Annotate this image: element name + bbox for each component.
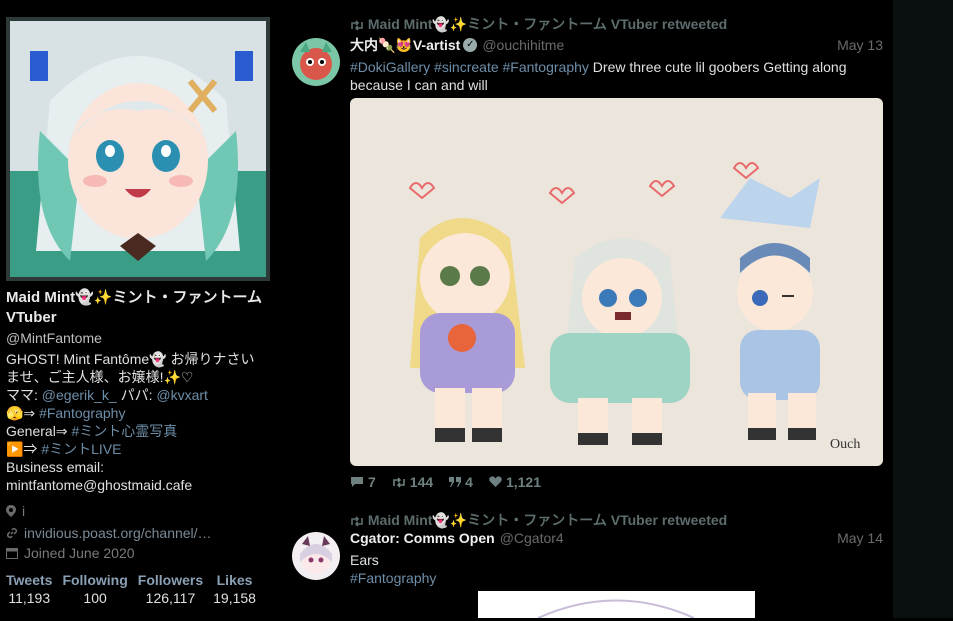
retweet-icon	[351, 20, 363, 31]
joined-text: Joined June 2020	[24, 545, 135, 561]
tweet-header: 大内🍡😻V-artist ✓ @ouchihitme May 13	[350, 35, 883, 55]
timeline: Maid Mint👻✨ミント・ファントーム VTuber retweeted 大…	[280, 0, 893, 619]
calendar-icon	[6, 548, 18, 559]
stat-value: 126,117	[145, 590, 196, 606]
tweet-username[interactable]: @ouchihitme	[482, 37, 564, 53]
tweet-author[interactable]: 大内🍡😻V-artist	[350, 35, 460, 55]
quote-icon	[449, 477, 462, 487]
website-link[interactable]: invidious.poast.org/channel/…	[24, 525, 212, 541]
tweet-text: Ears #Fantography	[350, 551, 890, 587]
retweet-label: Maid Mint👻✨ミント・ファントーム VTuber retweeted	[367, 16, 728, 32]
retweet-label: Maid Mint👻✨ミント・ファントーム VTuber retweeted	[367, 512, 728, 528]
profile-panel: Maid Mint👻✨ミント・ファントーム VTuber @MintFantom…	[0, 0, 280, 618]
like-button[interactable]: 1,121	[489, 474, 541, 490]
stat-value: 11,193	[8, 590, 51, 606]
profile-location: i	[6, 503, 25, 519]
general-prefix: General⇒	[6, 423, 72, 439]
retweet-icon	[351, 516, 363, 527]
profile-avatar[interactable]	[6, 17, 270, 281]
stat-label: Followers	[137, 572, 204, 588]
stat-following[interactable]: Following 100	[62, 572, 127, 606]
reply-icon	[351, 477, 363, 487]
tweet-hashtags[interactable]: #DokiGallery #sincreate #Fantography	[350, 59, 589, 75]
right-gutter	[893, 0, 953, 618]
retweet-count: 144	[409, 474, 434, 490]
tweet-username[interactable]: @Cgator4	[500, 530, 564, 546]
art-hashtag-link[interactable]: #Fantography	[39, 405, 125, 421]
tweet-image[interactable]: Ouch	[350, 98, 883, 466]
bio-line-2: ませ、ご主人様、お嬢様!✨♡	[6, 369, 194, 385]
tweet-body-line2: because I can and will	[350, 77, 488, 93]
mama-link[interactable]: @egerik_k_	[42, 387, 117, 403]
reply-count: 7	[368, 474, 376, 490]
tweet-header: Cgator: Comms Open @Cgator4 May 14	[350, 530, 883, 546]
like-count: 1,121	[505, 474, 541, 490]
bio-live-tag-row: ▶️⇒ #ミントLIVE	[6, 440, 268, 458]
link-icon	[6, 527, 18, 539]
tweet-date[interactable]: May 14	[837, 530, 883, 546]
art-prefix: 🫣⇒	[6, 405, 40, 421]
stat-likes[interactable]: Likes 19,158	[213, 572, 256, 606]
stat-value: 100	[83, 590, 107, 606]
bio-email: mintfantome@ghostmaid.cafe	[6, 477, 193, 493]
profile-website[interactable]: invidious.poast.org/channel/…	[6, 525, 212, 541]
heart-icon	[489, 476, 502, 487]
retweet-header: Maid Mint👻✨ミント・ファントーム VTuber retweeted	[350, 510, 727, 530]
tweet-text: #DokiGallery #sincreate #Fantography Dre…	[350, 58, 890, 94]
bio-parents: ママ: @egerik_k_ パパ: @kvxart	[6, 386, 268, 404]
verified-icon: ✓	[463, 38, 478, 52]
tweet-body: Drew three cute lil goobers Getting alon…	[588, 59, 847, 75]
tweet-avatar[interactable]	[292, 532, 340, 580]
stat-label: Following	[62, 572, 128, 588]
papa-label: パパ:	[116, 387, 157, 403]
location-text: i	[22, 503, 26, 519]
bio-line-1: GHOST! Mint Fantôme👻 お帰りナさい	[6, 351, 255, 367]
tweet-author[interactable]: Cgator: Comms Open	[350, 530, 495, 546]
tweet-hashtags[interactable]: #Fantography	[350, 570, 436, 586]
tweet-body: Ears	[350, 552, 379, 568]
retweet-button[interactable]: 144	[392, 474, 433, 490]
tweet-image[interactable]	[478, 591, 755, 619]
profile-stats: Tweets 11,193 Following 100 Followers 12…	[6, 572, 256, 606]
tweet-actions: 7 144 4 1,121	[350, 474, 541, 490]
stat-label: Likes	[216, 572, 253, 588]
mama-label: ママ:	[6, 387, 42, 403]
profile-bio: GHOST! Mint Fantôme👻 お帰りナさい ませ、ご主人様、お嬢様!…	[6, 350, 268, 494]
timeline-tweet[interactable]: Maid Mint👻✨ミント・ファントーム VTuber retweeted C…	[280, 500, 893, 619]
tweet-date[interactable]: May 13	[837, 37, 883, 53]
papa-link[interactable]: @kvxart	[156, 387, 208, 403]
reply-button[interactable]: 7	[350, 474, 376, 490]
profile-handle: @MintFantome	[6, 330, 102, 346]
tweet-avatar[interactable]	[292, 38, 340, 86]
location-icon	[6, 505, 16, 517]
retweet-icon	[392, 476, 405, 488]
profile-joined: Joined June 2020	[6, 545, 135, 561]
bio-email-label: Business email:	[6, 459, 105, 475]
live-hashtag-link[interactable]: #ミントLIVE	[41, 441, 121, 457]
stat-value: 19,158	[213, 590, 256, 606]
bio-art-tag-row: 🫣⇒ #Fantography	[6, 404, 268, 422]
stat-followers[interactable]: Followers 126,117	[138, 572, 203, 606]
timeline-tweet[interactable]: Maid Mint👻✨ミント・ファントーム VTuber retweeted 大…	[280, 0, 893, 500]
svg-text:Ouch: Ouch	[830, 437, 860, 452]
live-prefix: ▶️⇒	[6, 441, 42, 457]
stat-label: Tweets	[6, 572, 53, 588]
profile-display-name: Maid Mint👻✨ミント・ファントーム VTuber	[6, 289, 263, 326]
retweet-header: Maid Mint👻✨ミント・ファントーム VTuber retweeted	[350, 14, 727, 34]
general-hashtag-link[interactable]: #ミント心霊写真	[71, 423, 177, 439]
quote-count: 4	[465, 474, 473, 490]
stat-tweets[interactable]: Tweets 11,193	[6, 572, 52, 606]
quote-button[interactable]: 4	[449, 474, 473, 490]
bio-general-tag-row: General⇒ #ミント心霊写真	[6, 422, 268, 440]
